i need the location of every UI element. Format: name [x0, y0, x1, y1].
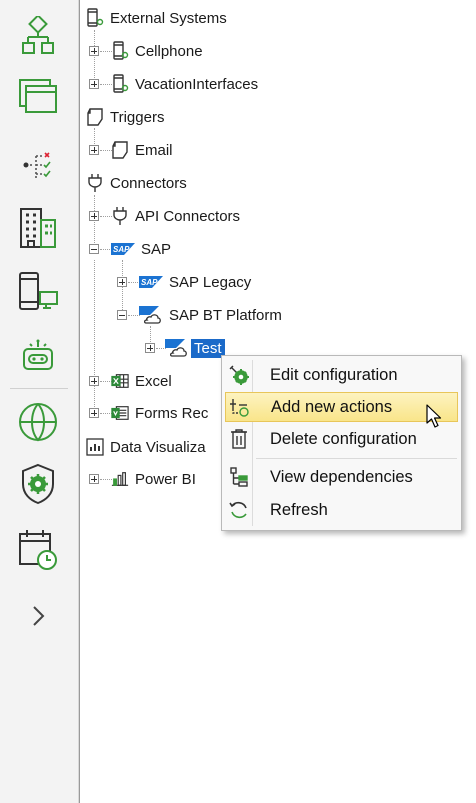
menu-item-label: View dependencies — [270, 467, 413, 486]
menu-item-add-new-actions[interactable]: Add new actions — [225, 392, 458, 422]
excel-icon — [111, 371, 129, 391]
tree-item-power-bi[interactable]: Power BI — [89, 467, 196, 491]
trigger-icon — [86, 107, 104, 127]
add-actions-icon — [226, 392, 254, 422]
globe-icon[interactable] — [12, 396, 64, 448]
tree-item-sap[interactable]: SAP SAP — [89, 237, 171, 261]
chevron-right-icon[interactable] — [12, 590, 64, 642]
tree-item-label: VacationInterfaces — [135, 75, 259, 93]
tree-item-data-visualization[interactable]: Data Visualiza — [86, 435, 206, 459]
menu-item-label: Delete configuration — [270, 429, 417, 448]
context-menu: Edit configuration Add new actions Delet… — [221, 355, 462, 531]
tree-item-label: Cellphone — [135, 42, 203, 60]
svg-text:SAP: SAP — [113, 245, 130, 254]
menu-item-view-dependencies[interactable]: View dependencies — [225, 462, 458, 492]
calendar-clock-icon[interactable] — [12, 524, 64, 576]
collapse-toggle[interactable] — [89, 244, 99, 254]
chart-icon — [86, 437, 104, 457]
phone-link-icon — [86, 8, 104, 28]
expand-toggle[interactable] — [89, 46, 99, 56]
buildings-icon[interactable] — [12, 202, 64, 254]
tree-item-label: Data Visualiza — [110, 438, 206, 456]
workflow-icon[interactable] — [12, 10, 64, 62]
menu-item-refresh[interactable]: Refresh — [225, 495, 458, 525]
sap-logo-icon: SAP — [111, 239, 135, 259]
tree-item-label: Excel — [135, 372, 172, 390]
mouse-cursor-icon — [426, 404, 446, 435]
tree-item-sap-bt-platform[interactable]: SAP BT Platform — [117, 303, 282, 327]
phone-icon — [111, 41, 129, 61]
tree-item-label: SAP — [141, 240, 172, 258]
sap-logo-icon: SAP — [139, 272, 163, 292]
expand-toggle[interactable] — [89, 145, 99, 155]
trash-icon — [225, 424, 253, 454]
tree-item-label: Power BI — [135, 470, 196, 488]
menu-item-label: Edit configuration — [270, 365, 398, 384]
dependencies-icon — [225, 462, 253, 492]
expand-toggle[interactable] — [117, 277, 127, 287]
sap-cloud-icon — [165, 338, 189, 358]
expand-toggle[interactable] — [89, 79, 99, 89]
expand-toggle[interactable] — [145, 343, 155, 353]
tree-item-label: Triggers — [110, 108, 165, 126]
tree-item-label: Test — [190, 337, 226, 359]
tree-item-label: SAP BT Platform — [169, 306, 282, 324]
gear-config-icon — [225, 360, 253, 390]
tree-item-vacation-interfaces[interactable]: VacationInterfaces — [89, 72, 258, 96]
tree-item-external-systems[interactable]: External Systems — [86, 6, 227, 30]
tree-item-label: Connectors — [110, 174, 187, 192]
tree-item-sap-legacy[interactable]: SAP SAP Legacy — [117, 270, 251, 294]
devices-icon[interactable] — [12, 266, 64, 318]
expand-toggle[interactable] — [89, 376, 99, 386]
menu-item-label: Add new actions — [271, 397, 393, 416]
tree-item-cellphone[interactable]: Cellphone — [89, 39, 203, 63]
tree-item-label: API Connectors — [135, 207, 241, 225]
phone-icon — [111, 74, 129, 94]
tree-item-forms-recognizer[interactable]: Forms Rec — [89, 401, 208, 425]
tree-item-label: Email — [135, 141, 173, 159]
menu-separator — [256, 458, 457, 459]
robot-icon[interactable] — [12, 330, 64, 382]
menu-item-delete-configuration[interactable]: Delete configuration — [225, 424, 458, 454]
tree-item-triggers[interactable]: Triggers — [86, 105, 164, 129]
expand-toggle[interactable] — [89, 408, 99, 418]
svg-text:SAP: SAP — [141, 278, 158, 287]
expand-toggle[interactable] — [89, 211, 99, 221]
refresh-icon — [225, 495, 253, 525]
window-icon[interactable] — [12, 70, 64, 122]
tree-item-excel[interactable]: Excel — [89, 369, 172, 393]
tree-item-label: Forms Rec — [135, 404, 209, 422]
tree-item-connectors[interactable]: Connectors — [86, 171, 187, 195]
plug-icon — [86, 173, 104, 193]
sap-cloud-icon — [139, 305, 163, 325]
expand-toggle[interactable] — [89, 474, 99, 484]
menu-item-label: Refresh — [270, 500, 328, 519]
tree-item-test[interactable]: Test — [145, 336, 226, 360]
tree-item-label: External Systems — [110, 9, 227, 27]
shield-gear-icon[interactable] — [12, 458, 64, 510]
sidebar-separator — [10, 388, 68, 389]
checklist-icon[interactable] — [12, 138, 64, 190]
collapse-toggle[interactable] — [117, 310, 127, 320]
trigger-icon — [111, 140, 129, 160]
tree-item-label: SAP Legacy — [169, 273, 252, 291]
tree-item-email[interactable]: Email — [89, 138, 173, 162]
form-icon — [111, 403, 129, 423]
menu-item-edit-configuration[interactable]: Edit configuration — [225, 360, 458, 390]
left-sidebar — [0, 0, 79, 803]
plug-icon — [111, 206, 129, 226]
powerbi-icon — [111, 469, 129, 489]
tree-item-api-connectors[interactable]: API Connectors — [89, 204, 240, 228]
